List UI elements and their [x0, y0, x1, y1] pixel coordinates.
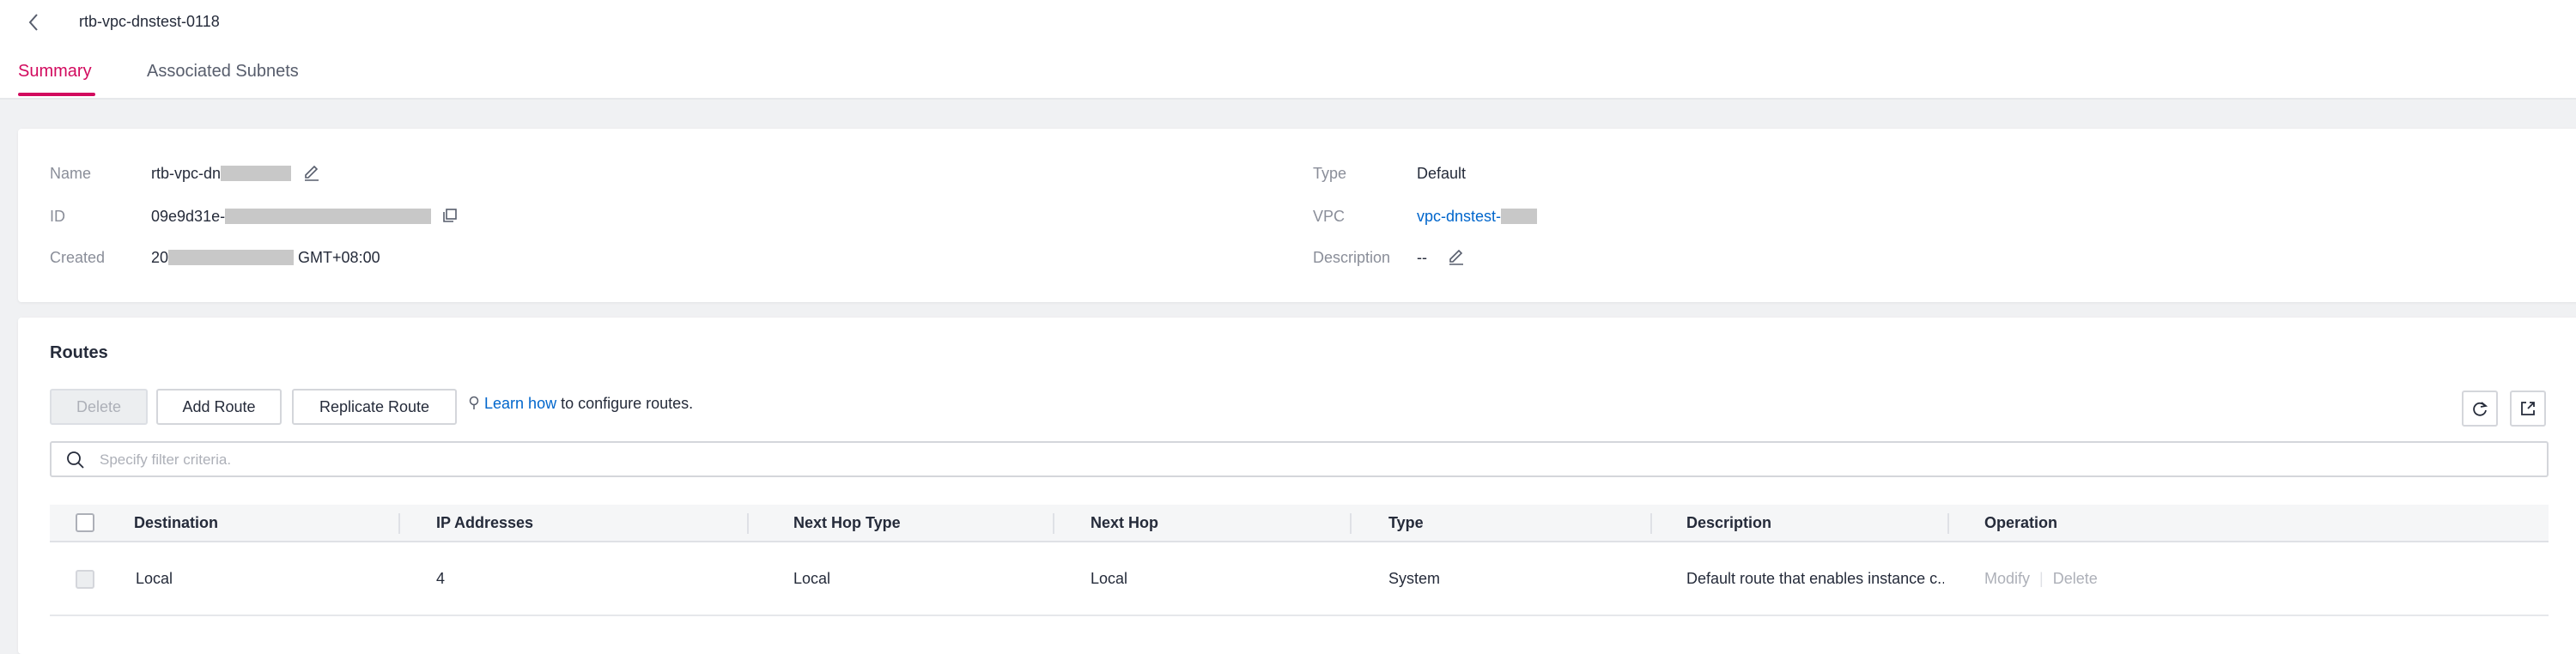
- name-label: Name: [50, 165, 92, 182]
- modify-link[interactable]: Modify: [1984, 570, 2030, 587]
- col-operation: Operation: [1984, 514, 2058, 531]
- routes-table-header: Destination IP Addresses Next Hop Type N…: [50, 505, 2549, 542]
- col-next-hop: Next Hop: [1091, 514, 1159, 531]
- created-label: Created: [50, 249, 106, 266]
- filter-search-box[interactable]: [50, 441, 2549, 477]
- learn-how-link[interactable]: Learn how: [484, 395, 556, 412]
- column-divider: [1053, 513, 1054, 534]
- page-title: rtb-vpc-dnstest-0118: [79, 13, 220, 30]
- column-divider: [398, 513, 400, 534]
- cell-next-hop-type: Local: [793, 570, 831, 587]
- learn-how-suffix: to configure routes.: [556, 395, 694, 412]
- export-button[interactable]: [2510, 391, 2546, 427]
- operation-divider: |: [2039, 570, 2044, 587]
- add-route-button[interactable]: Add Route: [156, 389, 282, 425]
- refresh-button[interactable]: [2462, 391, 2498, 427]
- summary-card: Name rtb-vpc-dn ID 09e9d31e- Created 20 …: [18, 129, 2576, 302]
- created-prefix: 20: [151, 249, 169, 266]
- col-destination: Destination: [134, 514, 219, 531]
- lightbulb-icon: [469, 396, 479, 409]
- cell-operation: Modify | Delete: [1984, 570, 2098, 588]
- type-label: Type: [1313, 165, 1347, 182]
- name-text: rtb-vpc-dn: [151, 165, 222, 182]
- routes-card: Routes Delete Add Route Replicate Route …: [18, 318, 2576, 654]
- col-type: Type: [1388, 514, 1424, 531]
- col-description: Description: [1686, 514, 1772, 531]
- cell-next-hop: Local: [1091, 570, 1128, 587]
- table-row: Local 4 Local Local System Default route…: [50, 542, 2549, 616]
- column-divider: [1350, 513, 1352, 534]
- type-value: Default: [1417, 165, 1467, 182]
- cell-ip-addresses[interactable]: 4: [436, 570, 445, 588]
- replicate-route-button[interactable]: Replicate Route: [292, 389, 457, 425]
- column-divider: [747, 513, 749, 534]
- routes-title: Routes: [50, 343, 108, 362]
- id-label: ID: [50, 208, 65, 225]
- active-tab-indicator: [18, 93, 95, 96]
- vpc-value[interactable]: vpc-dnstest-: [1417, 208, 1538, 226]
- column-divider: [1650, 513, 1652, 534]
- search-icon: [67, 451, 84, 469]
- redacted-mask: [221, 166, 292, 181]
- name-value: rtb-vpc-dn: [151, 165, 292, 183]
- description-value: --: [1417, 249, 1427, 266]
- copy-icon: [443, 209, 457, 222]
- col-next-hop-type: Next Hop Type: [793, 514, 901, 531]
- edit-name-button[interactable]: [302, 163, 321, 186]
- page-header: rtb-vpc-dnstest-0118 Summary Associated …: [0, 0, 2576, 100]
- tab-summary[interactable]: Summary: [18, 62, 92, 82]
- delete-button[interactable]: Delete: [50, 389, 148, 425]
- edit-description-button[interactable]: [1447, 247, 1466, 270]
- cell-type: System: [1388, 570, 1441, 587]
- export-icon: [2521, 402, 2535, 415]
- copy-id-button[interactable]: [441, 207, 459, 228]
- col-ip-addresses: IP Addresses: [436, 514, 534, 531]
- vpc-link[interactable]: vpc-dnstest-: [1417, 208, 1501, 225]
- pencil-icon: [305, 165, 319, 181]
- id-text: 09e9d31e-: [151, 208, 226, 225]
- column-divider: [1947, 513, 1949, 534]
- back-button[interactable]: [22, 10, 46, 34]
- description-label: Description: [1313, 249, 1391, 266]
- redacted-mask: [225, 209, 432, 224]
- select-all-checkbox[interactable]: [76, 513, 94, 532]
- cell-destination: Local: [136, 570, 173, 587]
- id-value: 09e9d31e-: [151, 208, 432, 226]
- chevron-left-icon: [28, 14, 38, 31]
- row-checkbox[interactable]: [76, 570, 94, 589]
- redacted-mask: [1501, 209, 1538, 224]
- delete-link[interactable]: Delete: [2053, 570, 2098, 587]
- tab-associated-subnets[interactable]: Associated Subnets: [147, 62, 299, 82]
- refresh-icon: [2473, 402, 2488, 416]
- redacted-mask: [168, 250, 295, 265]
- vpc-label: VPC: [1313, 208, 1346, 225]
- filter-search-input[interactable]: [100, 450, 2504, 470]
- pencil-icon: [1449, 249, 1463, 265]
- created-suffix: GMT+08:00: [298, 249, 380, 266]
- created-value: 20 GMT+08:00: [151, 249, 380, 267]
- learn-how-tip: Learn how to configure routes.: [468, 395, 693, 413]
- cell-description: Default route that enables instance c...: [1686, 570, 1944, 587]
